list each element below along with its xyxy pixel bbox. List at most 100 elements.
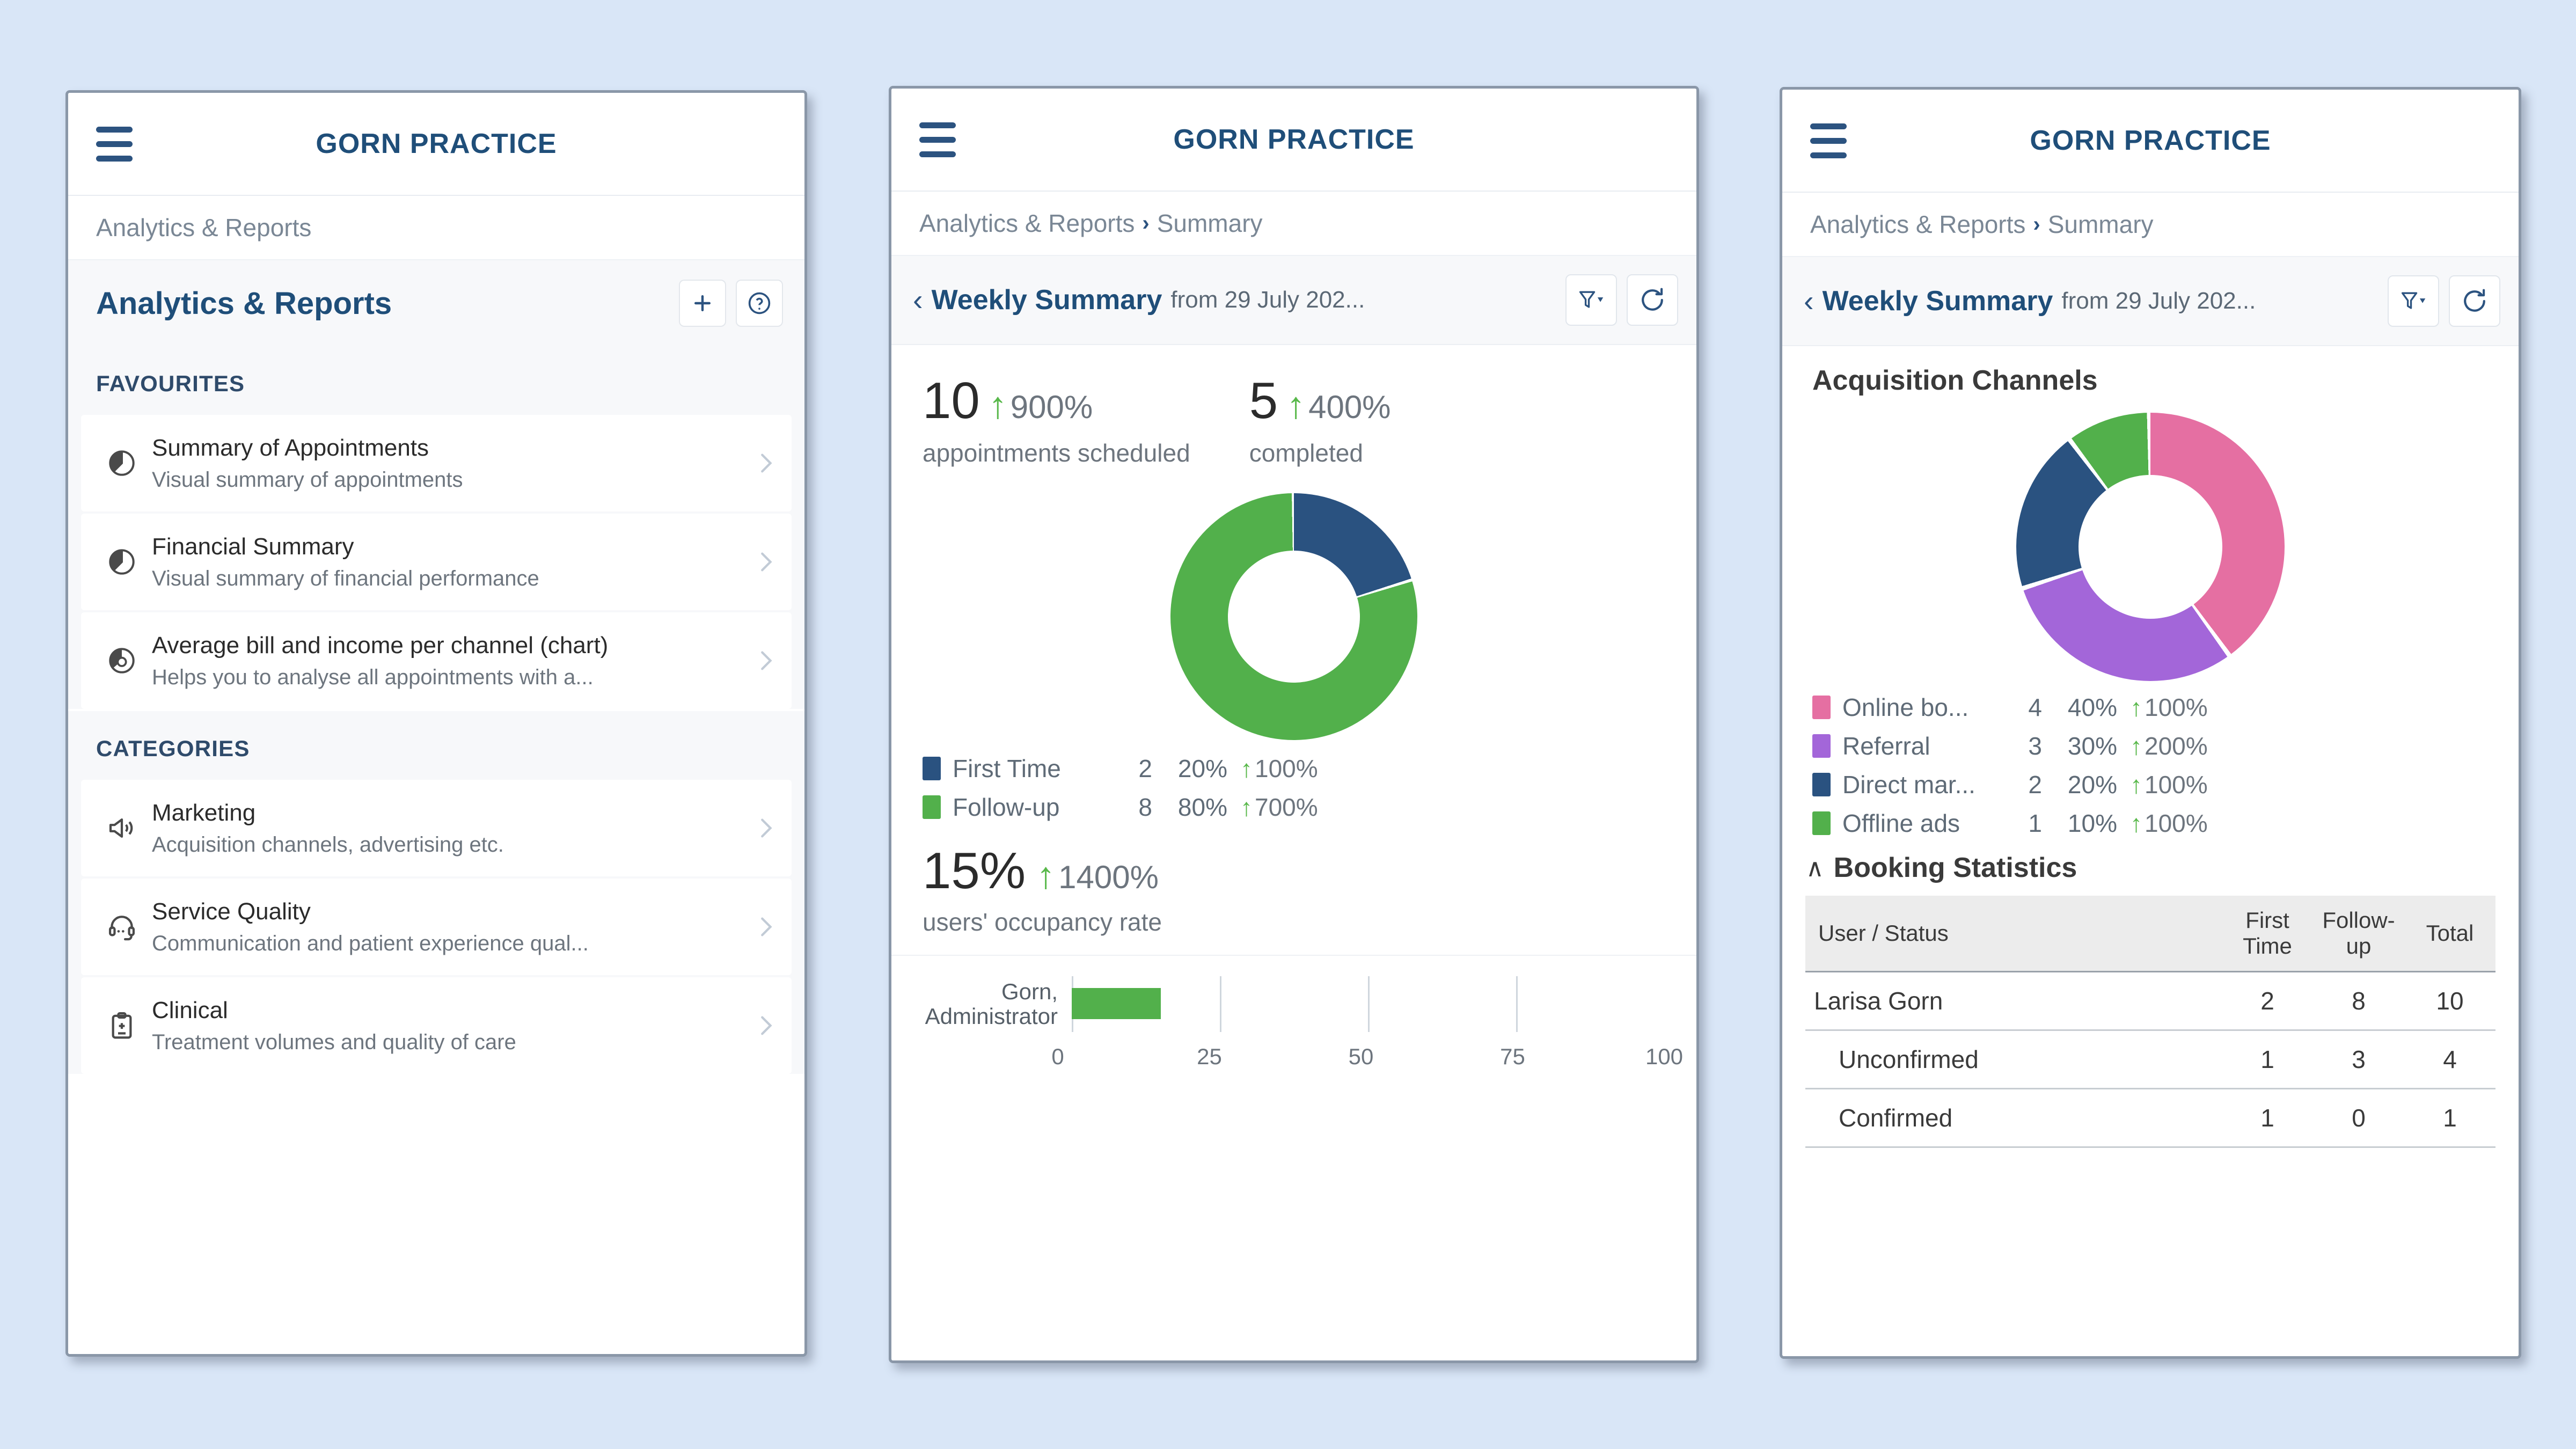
list-item[interactable]: Service Quality Communication and patien… bbox=[81, 879, 792, 975]
breadcrumb-parent[interactable]: Analytics & Reports bbox=[919, 209, 1135, 238]
bar-plot-area bbox=[1072, 972, 1664, 1036]
hamburger-menu-icon[interactable] bbox=[1810, 123, 1847, 158]
report-date-range: from 29 July 202... bbox=[2061, 288, 2256, 314]
list-item[interactable]: Clinical Treatment volumes and quality o… bbox=[81, 977, 792, 1074]
hamburger-menu-icon[interactable] bbox=[919, 122, 956, 157]
back-chevron-icon[interactable]: ‹ bbox=[1804, 286, 1814, 316]
list-item[interactable]: Marketing Acquisition channels, advertis… bbox=[81, 780, 792, 876]
brand-title: GORN PRACTICE bbox=[316, 128, 557, 159]
screen-left: GORN PRACTICE Analytics & Reports Analyt… bbox=[68, 93, 804, 1354]
table-row[interactable]: Confirmed 1 0 1 bbox=[1805, 1088, 2496, 1148]
booking-statistics-table: User / Status First Time Follow-up Total… bbox=[1805, 896, 2496, 1148]
breadcrumb-current: Summary bbox=[2047, 210, 2154, 238]
list-item-title: Average bill and income per channel (cha… bbox=[152, 632, 609, 658]
cell-follow-up: 0 bbox=[2313, 1088, 2404, 1148]
kpi-delta: 900% bbox=[1010, 389, 1093, 425]
help-button[interactable] bbox=[736, 280, 783, 327]
booking-statistics-toggle[interactable]: ∧ Booking Statistics bbox=[1782, 847, 2519, 896]
bar-category-label: Gorn, Administrator bbox=[913, 979, 1072, 1029]
table-row[interactable]: Larisa Gorn 2 8 10 bbox=[1805, 971, 2496, 1031]
axis-spacer bbox=[913, 1044, 1058, 1081]
kpi-line: 10 ↑ 900% bbox=[923, 375, 1190, 427]
table-header: User / Status First Time Follow-up Total bbox=[1805, 896, 2496, 972]
list-item-title: Summary of Appointments bbox=[152, 434, 429, 461]
filter-button[interactable] bbox=[2388, 275, 2439, 327]
filter-button[interactable] bbox=[1565, 274, 1617, 326]
chevron-right-icon bbox=[745, 648, 778, 673]
donut-ring bbox=[2016, 413, 2285, 681]
legend-item: Direct mar... 2 20% ↑ 100% bbox=[1812, 770, 2519, 799]
categories-heading: CATEGORIES bbox=[68, 711, 804, 780]
phone-frame-left: GORN PRACTICE Analytics & Reports Analyt… bbox=[65, 90, 807, 1357]
pie-chart-icon bbox=[97, 547, 147, 577]
list-item[interactable]: Summary of Appointments Visual summary o… bbox=[81, 415, 792, 511]
axis-tick: 75 bbox=[1500, 1044, 1525, 1069]
cell-first-time: 1 bbox=[2222, 1030, 2313, 1089]
kpi-label: appointments scheduled bbox=[923, 439, 1190, 467]
table-row[interactable]: Unconfirmed 1 3 4 bbox=[1805, 1030, 2496, 1089]
donut-legend: First Time 2 20% ↑ 100% Follow-up 8 80% bbox=[891, 745, 1696, 822]
legend-delta-value: 700% bbox=[1255, 793, 1318, 821]
list-item-text: Service Quality Communication and patien… bbox=[147, 897, 745, 957]
back-chevron-icon[interactable]: ‹ bbox=[913, 285, 923, 315]
legend-count: 1 bbox=[2028, 809, 2042, 837]
add-button[interactable] bbox=[679, 280, 726, 327]
legend-percent: 20% bbox=[1177, 755, 1227, 782]
kpi-line: 5 ↑ 400% bbox=[1249, 375, 1391, 427]
list-item[interactable]: Average bill and income per channel (cha… bbox=[81, 612, 792, 709]
chevron-right-icon bbox=[745, 550, 778, 574]
kpi-line: 15% ↑ 1400% bbox=[923, 845, 1696, 897]
hamburger-menu-icon[interactable] bbox=[96, 126, 133, 162]
legend-label: Offline ads bbox=[1842, 809, 1960, 837]
app-bar: GORN PRACTICE bbox=[891, 89, 1696, 192]
legend-swatch bbox=[1812, 734, 1831, 758]
legend-delta-value: 100% bbox=[2145, 809, 2208, 837]
arrow-up-icon: ↑ bbox=[2130, 693, 2142, 721]
breadcrumb-current: Summary bbox=[1157, 209, 1263, 237]
legend-percent: 40% bbox=[2067, 693, 2117, 721]
cell-total: 4 bbox=[2404, 1030, 2496, 1089]
legend-label: Referral bbox=[1842, 732, 1930, 760]
cell-first-time: 1 bbox=[2222, 1088, 2313, 1148]
donut-hole bbox=[2079, 475, 2222, 619]
list-item[interactable]: Financial Summary Visual summary of fina… bbox=[81, 514, 792, 610]
bar-category-label-line1: Gorn, bbox=[1001, 978, 1058, 1004]
screen-right: GORN PRACTICE Analytics & Reports › Summ… bbox=[1782, 90, 2519, 1356]
legend-swatch bbox=[1812, 811, 1831, 835]
legend-label: Follow-up bbox=[953, 793, 1060, 821]
arrow-up-icon: ↑ bbox=[2130, 732, 2142, 760]
refresh-button[interactable] bbox=[1627, 274, 1678, 326]
refresh-button[interactable] bbox=[2449, 275, 2500, 327]
kpi-delta: 1400% bbox=[1058, 859, 1159, 895]
breadcrumb-parent[interactable]: Analytics & Reports bbox=[1810, 210, 2025, 239]
report-header: ‹ Weekly Summary from 29 July 202... bbox=[891, 256, 1696, 345]
screenshot-stage: GORN PRACTICE Analytics & Reports Analyt… bbox=[0, 0, 2576, 1449]
row-label: Larisa Gorn bbox=[1805, 971, 2222, 1031]
breadcrumb-current[interactable]: Analytics & Reports bbox=[96, 213, 311, 242]
chevron-right-icon bbox=[745, 1013, 778, 1038]
bar-occupancy bbox=[1072, 988, 1161, 1019]
favourites-list: Summary of Appointments Visual summary o… bbox=[68, 415, 804, 709]
breadcrumb: Analytics & Reports bbox=[68, 196, 804, 260]
report-title: Weekly Summary bbox=[931, 284, 1162, 316]
phone-frame-right: GORN PRACTICE Analytics & Reports › Summ… bbox=[1780, 87, 2521, 1359]
breadcrumb: Analytics & Reports › Summary bbox=[891, 192, 1696, 256]
kpi-value: 10 bbox=[923, 372, 980, 429]
page-title-bar: Analytics & Reports bbox=[68, 260, 804, 346]
legend-delta-value: 100% bbox=[2145, 693, 2208, 721]
occupancy-bar-chart: Gorn, Administrator 0 25 50 75 100 bbox=[891, 955, 1696, 1081]
kpi-value: 15% bbox=[923, 842, 1026, 899]
legend-delta-value: 100% bbox=[1255, 755, 1318, 782]
report-header: ‹ Weekly Summary from 29 July 202... bbox=[1782, 257, 2519, 346]
axis-tick: 100 bbox=[1645, 1044, 1684, 1069]
legend-delta: ↑ 100% bbox=[2130, 809, 2208, 838]
phone-frame-middle: GORN PRACTICE Analytics & Reports › Summ… bbox=[889, 86, 1699, 1363]
list-item-title: Clinical bbox=[152, 997, 228, 1023]
clipboard-icon bbox=[97, 1011, 147, 1041]
axis-tick: 0 bbox=[1051, 1044, 1064, 1069]
column-header-user-status: User / Status bbox=[1805, 896, 2222, 972]
legend-delta-value: 100% bbox=[2145, 771, 2208, 799]
kpi-label: users' occupancy rate bbox=[923, 908, 1162, 936]
list-item-text: Average bill and income per channel (cha… bbox=[147, 631, 745, 691]
legend-item: Offline ads 1 10% ↑ 100% bbox=[1812, 809, 2519, 838]
